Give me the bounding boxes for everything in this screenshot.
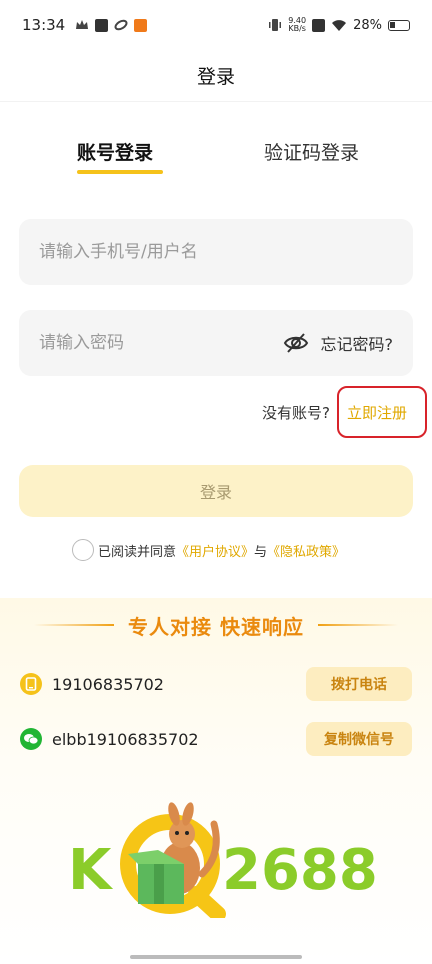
status-time: 13:34 [22,16,66,34]
orange-app-icon [134,18,148,32]
play-app-icon [95,18,109,32]
password-field: 忘记密码? [19,310,413,376]
agreement-and: 与 [254,544,268,560]
tab-account-login[interactable]: 账号登录 [77,138,153,165]
brand-logo: K 2688 [60,788,378,918]
phone-field [19,219,413,285]
forgot-password-link[interactable]: 忘记密码? [321,331,394,355]
promo-divider-right [317,624,398,626]
register-link[interactable]: 立即注册 [347,402,407,423]
login-tabs: 账号登录 验证码登录 [0,138,432,182]
logo-letter-k: K [68,838,112,903]
agreement-prefix: 已阅读并同意 [98,544,177,560]
network-speed: 9.40 KB/s [288,16,307,33]
header: 登录 [0,50,432,102]
promo-title: 专人对接 快速响应 [128,614,304,639]
login-button[interactable]: 登录 [19,465,413,517]
wifi-icon [332,19,347,31]
copy-wechat-button[interactable]: 复制微信号 [306,722,412,756]
no-account-label: 没有账号? [262,404,330,422]
page-title: 登录 [196,66,235,88]
contact-wechat-id: elbb19106835702 [52,729,199,749]
contact-wechat-row: elbb19106835702 复制微信号 [20,722,412,756]
home-indicator[interactable] [130,955,302,959]
eye-hidden-icon[interactable] [283,330,309,356]
active-tab-indicator [77,170,163,174]
logo-number: 2688 [222,838,378,903]
contact-phone-number: 19106835702 [52,674,164,694]
password-input[interactable] [39,333,283,353]
privacy-policy-link[interactable]: 《隐私政策》 [267,541,345,560]
link-app-icon [114,19,128,31]
phone-input[interactable] [39,242,393,262]
contact-phone-row: 19106835702 拨打电话 [20,667,412,701]
status-bar: 13:34 9.40 KB/s 28% [0,0,432,50]
agreement-checkbox[interactable] [72,539,94,561]
wechat-icon [20,728,42,750]
battery-icon [388,19,410,31]
agreement-row: 已阅读并同意 《用户协议》 与 《隐私政策》 [72,539,345,561]
promo-title-row: 专人对接 快速响应 [0,610,432,640]
phone-icon [20,673,42,695]
tab-code-login[interactable]: 验证码登录 [264,138,359,165]
x-app-icon [312,18,326,32]
user-agreement-link[interactable]: 《用户协议》 [176,541,254,560]
battery-percent: 28% [353,17,382,33]
crown-icon [76,20,89,29]
vibrate-icon [269,19,282,31]
call-button[interactable]: 拨打电话 [306,667,412,701]
promo-divider-left [34,624,115,626]
kangaroo-mascot-icon [120,802,226,918]
